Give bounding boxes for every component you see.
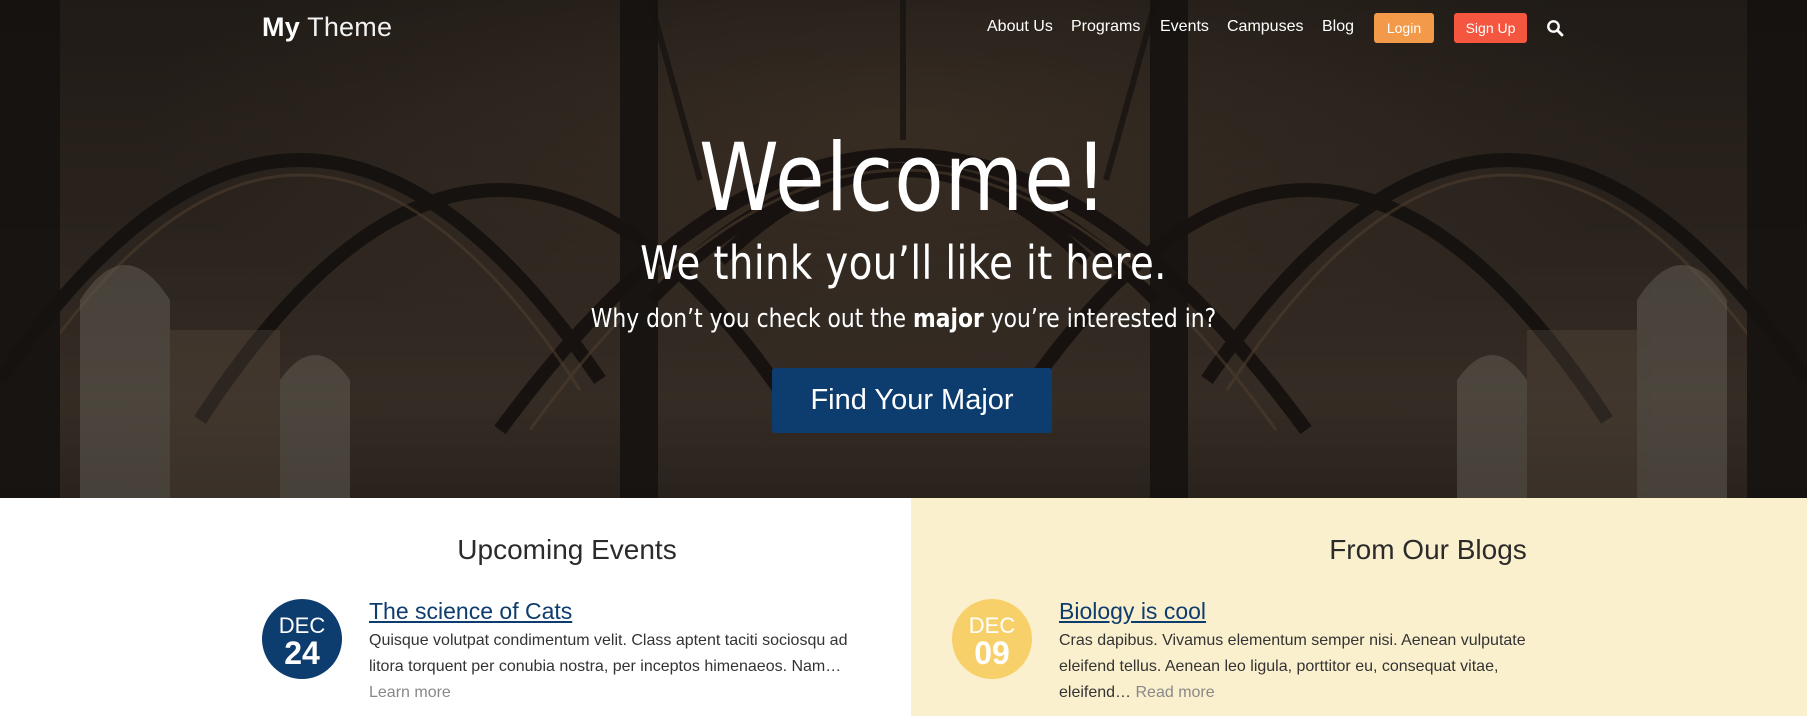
hero-subline-bold: major <box>913 304 984 334</box>
blog-date-day: 09 <box>974 635 1010 671</box>
site-header: My Theme About Us Programs Events Campus… <box>0 0 1807 56</box>
hero-subline: Why don’t you check out the major you’re… <box>145 304 1663 334</box>
nav-blog[interactable]: Blog <box>1322 18 1354 36</box>
nav-campuses[interactable]: Campuses <box>1227 18 1303 36</box>
blogs-section-title: From Our Blogs <box>1329 534 1527 565</box>
blog-summary-text: Cras dapibus. Vivamus elementum semper n… <box>1059 632 1526 701</box>
event-learn-more-link[interactable]: Learn more <box>369 684 451 701</box>
login-button[interactable]: Login <box>1374 13 1434 43</box>
blog-title-link[interactable]: Biology is cool <box>1059 598 1206 625</box>
blog-read-more-link[interactable]: Read more <box>1136 684 1215 701</box>
nav-about-us[interactable]: About Us <box>987 18 1053 36</box>
blogs-section: From Our Blogs DEC 09 Biology is cool Cr… <box>911 498 1807 716</box>
event-date-badge: DEC 24 <box>262 599 342 679</box>
event-summary: Quisque volutpat condimentum velit. Clas… <box>369 628 859 706</box>
hero-banner: My Theme About Us Programs Events Campus… <box>0 0 1807 498</box>
signup-button[interactable]: Sign Up <box>1454 13 1527 43</box>
search-icon[interactable] <box>1546 19 1564 37</box>
upcoming-events-section: Upcoming Events DEC 24 The science of Ca… <box>0 498 911 716</box>
nav-programs[interactable]: Programs <box>1071 18 1140 36</box>
blog-summary: Cras dapibus. Vivamus elementum semper n… <box>1059 628 1539 706</box>
find-your-major-button[interactable]: Find Your Major <box>772 368 1052 433</box>
event-title-link[interactable]: The science of Cats <box>369 598 572 625</box>
event-date-day: 24 <box>284 635 320 671</box>
hero-tagline: We think you’ll like it here. <box>640 236 1167 290</box>
blog-date-badge: DEC 09 <box>952 599 1032 679</box>
hero-subline-after: you’re interested in? <box>983 304 1217 334</box>
event-summary-text: Quisque volutpat condimentum velit. Clas… <box>369 632 848 675</box>
hero-headline: Welcome! <box>698 124 1109 233</box>
main-nav: About Us Programs Events Campuses Blog <box>0 18 1807 40</box>
hero-subline-before: Why don’t you check out the <box>590 304 914 334</box>
nav-events[interactable]: Events <box>1160 18 1209 36</box>
